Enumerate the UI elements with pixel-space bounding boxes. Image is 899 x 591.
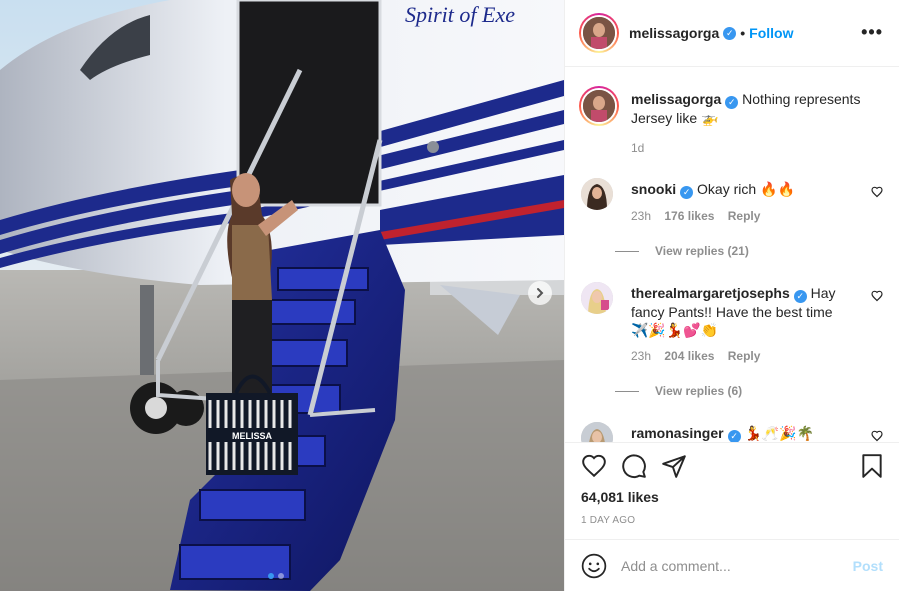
comment-time[interactable]: 23h	[631, 349, 651, 363]
comment-heart-icon[interactable]	[871, 290, 883, 302]
avatar-image	[583, 90, 615, 122]
post-timestamp[interactable]: 1 DAY AGO	[581, 515, 635, 526]
follow-button[interactable]: Follow	[749, 25, 793, 41]
verified-badge-icon: ✓	[727, 430, 741, 442]
comment-username[interactable]: ramonasinger	[631, 425, 724, 441]
view-replies-label: View replies (6)	[655, 384, 743, 398]
chevron-right-icon	[537, 288, 544, 298]
more-options-icon[interactable]: •••	[861, 22, 883, 43]
post-header: melissagorga ✓ • Follow •••	[565, 0, 899, 67]
comment-text: Okay rich 🔥🔥	[697, 181, 795, 197]
avatar-image	[583, 17, 615, 49]
avatar-image	[581, 178, 613, 210]
commenter-avatar[interactable]	[581, 282, 613, 314]
avatar-image	[581, 282, 613, 314]
post-side-panel: melissagorga ✓ • Follow ••• melissagorga…	[564, 0, 899, 591]
comment-likes[interactable]: 176 likes	[664, 209, 714, 223]
replies-divider	[615, 390, 639, 392]
comment-likes[interactable]: 204 likes	[664, 349, 714, 363]
caption-time[interactable]: 1d	[631, 141, 644, 155]
reply-button[interactable]: Reply	[728, 349, 761, 363]
share-icon[interactable]	[661, 453, 687, 479]
carousel-dot	[278, 573, 284, 579]
verified-badge-icon: ✓	[725, 96, 739, 109]
verified-badge-icon: ✓	[723, 26, 737, 40]
author-username[interactable]: melissagorga	[629, 25, 719, 41]
view-replies-button[interactable]: View replies (21)	[615, 244, 749, 258]
commenter-avatar[interactable]	[581, 178, 613, 210]
caption-username[interactable]: melissagorga	[631, 91, 721, 107]
view-replies-button[interactable]: View replies (6)	[615, 384, 742, 398]
plane-lettering: Spirit of Exe	[405, 2, 515, 27]
carousel-dot-active	[268, 573, 274, 579]
author-avatar[interactable]	[579, 13, 619, 53]
comment-icon[interactable]	[621, 453, 647, 479]
caption-emoji: 🚁	[701, 110, 719, 126]
likes-count[interactable]: 64,081 likes	[581, 489, 659, 505]
comment-heart-icon[interactable]	[871, 186, 883, 198]
header-separator: •	[740, 25, 746, 41]
bookmark-icon[interactable]	[859, 453, 885, 479]
carousel-indicator	[268, 573, 284, 579]
bag-lettering: MELISSA	[232, 431, 273, 441]
verified-badge-icon: ✓	[680, 186, 694, 199]
view-replies-label: View replies (21)	[655, 244, 749, 258]
comment-username[interactable]: therealmargaretjosephs	[631, 285, 790, 301]
avatar-image	[581, 422, 613, 442]
commenter-avatar[interactable]	[581, 422, 613, 442]
verified-badge-icon: ✓	[793, 290, 807, 303]
comments-list[interactable]: melissagorga ✓ Nothing represents Jersey …	[565, 68, 899, 442]
emoji-icon[interactable]	[581, 553, 607, 579]
comment-username[interactable]: snooki	[631, 181, 676, 197]
post-photo[interactable]: Spirit of Exe MELISSA	[0, 0, 564, 591]
caption-avatar[interactable]	[579, 86, 619, 126]
comment-input[interactable]	[621, 557, 853, 574]
heart-icon[interactable]	[581, 453, 607, 479]
jet-stairs-photo: Spirit of Exe MELISSA	[0, 0, 564, 591]
carousel-next-button[interactable]	[528, 281, 552, 305]
post-actions: 64,081 likes 1 DAY AGO	[565, 442, 899, 539]
comment-text: 💃🥂🎉🌴	[744, 425, 815, 441]
add-comment-bar: Post	[565, 539, 899, 591]
replies-divider	[615, 250, 639, 252]
post-comment-button[interactable]: Post	[853, 558, 883, 574]
comment-time[interactable]: 23h	[631, 209, 651, 223]
reply-button[interactable]: Reply	[728, 209, 761, 223]
comment-heart-icon[interactable]	[871, 430, 883, 442]
